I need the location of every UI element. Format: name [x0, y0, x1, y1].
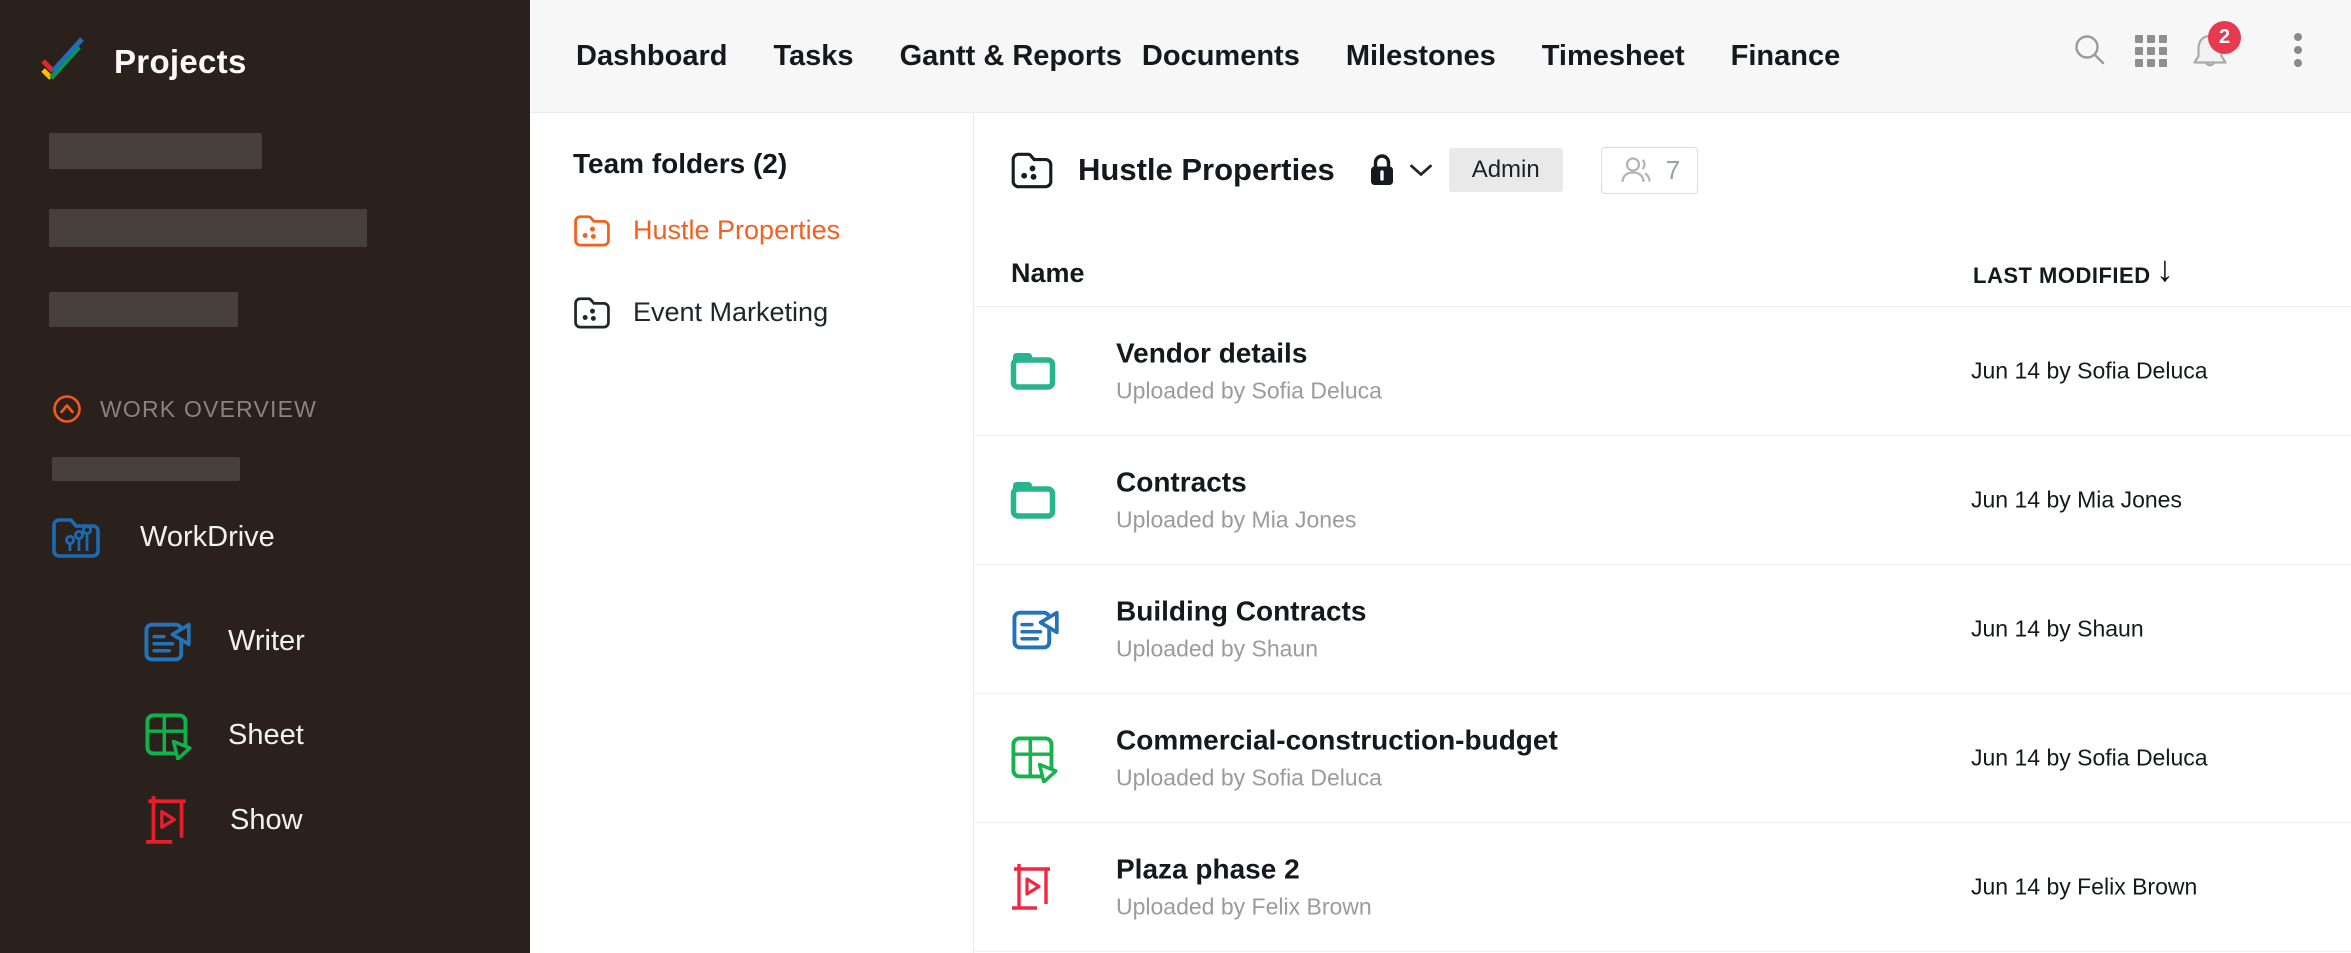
apps-grid-icon[interactable]: [2135, 35, 2167, 67]
file-title: Contracts: [1116, 467, 1356, 499]
sidebar-placeholder: [49, 292, 238, 327]
file-subtitle: Uploaded by Sofia Deluca: [1116, 378, 1382, 405]
team-folder-label: Hustle Properties: [633, 215, 840, 246]
file-subtitle: Uploaded by Sofia Deluca: [1116, 765, 1558, 792]
role-badge[interactable]: Admin: [1449, 148, 1563, 192]
sidebar-item-sheet[interactable]: Sheet: [142, 710, 304, 760]
team-folder-icon: [1008, 148, 1056, 192]
file-row-vendor-details[interactable]: Vendor details Uploaded by Sofia Deluca …: [974, 307, 2351, 436]
tab-tasks[interactable]: Tasks: [773, 40, 853, 73]
sidebar-placeholder: [52, 457, 240, 481]
file-last-modified: Jun 14 by Mia Jones: [1971, 487, 2182, 514]
folder-content-area: Hustle Properties Admin 7: [974, 113, 2351, 953]
app-title: Projects: [114, 43, 247, 81]
sidebar-item-workdrive[interactable]: WorkDrive: [50, 512, 275, 562]
collapse-circle-icon: [52, 394, 82, 424]
top-navigation-bar: Dashboard Tasks Gantt & Reports Document…: [530, 0, 2351, 113]
writer-document-icon: [1008, 604, 1060, 654]
team-folder-icon: [571, 293, 613, 332]
chevron-down-icon[interactable]: [1409, 163, 1433, 178]
sidebar-item-label: Sheet: [228, 719, 304, 752]
projects-logo-icon: [36, 34, 92, 90]
tab-dashboard[interactable]: Dashboard: [576, 40, 727, 73]
file-last-modified: Jun 14 by Felix Brown: [1971, 874, 2197, 901]
work-overview-label: WORK OVERVIEW: [100, 396, 317, 423]
show-presentation-icon: [1008, 862, 1056, 912]
sidebar-item-label: Show: [230, 804, 303, 837]
file-list: Vendor details Uploaded by Sofia Deluca …: [974, 307, 2351, 952]
column-header-name: Name: [1011, 258, 1085, 289]
team-folder-icon: [571, 211, 613, 250]
sidebar-item-show[interactable]: Show: [140, 794, 303, 846]
members-icon: [1619, 155, 1651, 185]
file-list-header: Name LAST MODIFIED ↓: [974, 250, 2351, 306]
folder-title: Hustle Properties: [1078, 152, 1335, 188]
workdrive-folder-icon: [50, 512, 106, 562]
file-subtitle: Uploaded by Mia Jones: [1116, 507, 1356, 534]
column-header-last-modified[interactable]: LAST MODIFIED: [1973, 263, 2151, 289]
file-row-plaza-phase-2[interactable]: Plaza phase 2 Uploaded by Felix Brown Ju…: [974, 823, 2351, 952]
member-count: 7: [1666, 155, 1680, 186]
tab-finance[interactable]: Finance: [1731, 40, 1841, 73]
folder-green-icon: [1008, 478, 1058, 522]
sheet-spreadsheet-icon: [1008, 733, 1058, 783]
file-subtitle: Uploaded by Felix Brown: [1116, 894, 1372, 921]
folder-header: Hustle Properties Admin 7: [1008, 146, 1698, 194]
team-folders-panel: Team folders (2) Hustle Properties Event…: [530, 113, 974, 953]
search-icon[interactable]: [2072, 32, 2108, 68]
show-icon: [140, 794, 194, 846]
sidebar-item-writer[interactable]: Writer: [140, 616, 305, 666]
main-nav: Dashboard Tasks Gantt & Reports Document…: [576, 0, 1840, 112]
sidebar: Projects WORK OVERVIEW WorkDrive: [0, 0, 530, 953]
tab-milestones[interactable]: Milestones: [1346, 40, 1496, 73]
tab-documents[interactable]: Documents: [1142, 40, 1300, 73]
tab-timesheet[interactable]: Timesheet: [1542, 40, 1685, 73]
more-options-kebab-icon[interactable]: [2292, 32, 2304, 68]
sidebar-placeholder: [49, 133, 262, 169]
sidebar-item-label: WorkDrive: [140, 521, 275, 554]
notifications-bell-icon[interactable]: 2: [2190, 32, 2230, 70]
notification-count-badge: 2: [2208, 21, 2241, 54]
tab-gantt-reports[interactable]: Gantt & Reports: [900, 40, 1122, 73]
file-title: Commercial-construction-budget: [1116, 725, 1558, 757]
file-row-commercial-construction-budget[interactable]: Commercial-construction-budget Uploaded …: [974, 694, 2351, 823]
work-overview-section[interactable]: WORK OVERVIEW: [52, 394, 317, 424]
file-row-contracts[interactable]: Contracts Uploaded by Mia Jones Jun 14 b…: [974, 436, 2351, 565]
sidebar-item-label: Writer: [228, 625, 305, 658]
file-last-modified: Jun 14 by Shaun: [1971, 616, 2144, 643]
file-last-modified: Jun 14 by Sofia Deluca: [1971, 745, 2208, 772]
team-folder-event-marketing[interactable]: Event Marketing: [571, 293, 828, 332]
file-subtitle: Uploaded by Shaun: [1116, 636, 1366, 663]
team-folders-title: Team folders (2): [573, 148, 787, 180]
sheet-icon: [142, 710, 192, 760]
team-folder-label: Event Marketing: [633, 297, 828, 328]
members-count-chip[interactable]: 7: [1601, 147, 1698, 194]
team-folder-hustle-properties[interactable]: Hustle Properties: [571, 211, 840, 250]
writer-icon: [140, 616, 192, 666]
file-last-modified: Jun 14 by Sofia Deluca: [1971, 358, 2208, 385]
file-row-building-contracts[interactable]: Building Contracts Uploaded by Shaun Jun…: [974, 565, 2351, 694]
sidebar-placeholder: [49, 209, 367, 247]
file-title: Plaza phase 2: [1116, 854, 1372, 886]
file-title: Vendor details: [1116, 338, 1382, 370]
sort-descending-arrow-icon[interactable]: ↓: [2156, 248, 2174, 290]
app-logo[interactable]: Projects: [36, 34, 247, 90]
folder-green-icon: [1008, 349, 1058, 393]
lock-icon: [1369, 152, 1395, 188]
file-title: Building Contracts: [1116, 596, 1366, 628]
